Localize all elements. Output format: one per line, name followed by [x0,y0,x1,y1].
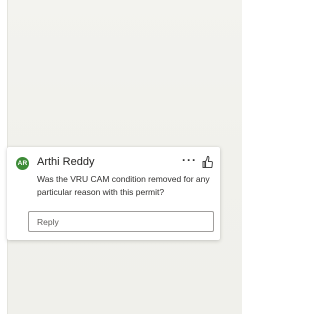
thumbs-up-icon[interactable] [201,155,213,169]
more-options-icon[interactable]: ··· [182,153,197,167]
comment-card: AR Arthi Reddy ··· Was the VRU CAM condi… [7,147,220,240]
comment-text: Was the VRU CAM condition removed for an… [37,174,210,197]
comment-author: Arthi Reddy [37,156,95,168]
avatar: AR [16,157,29,170]
reply-input[interactable] [28,211,214,232]
